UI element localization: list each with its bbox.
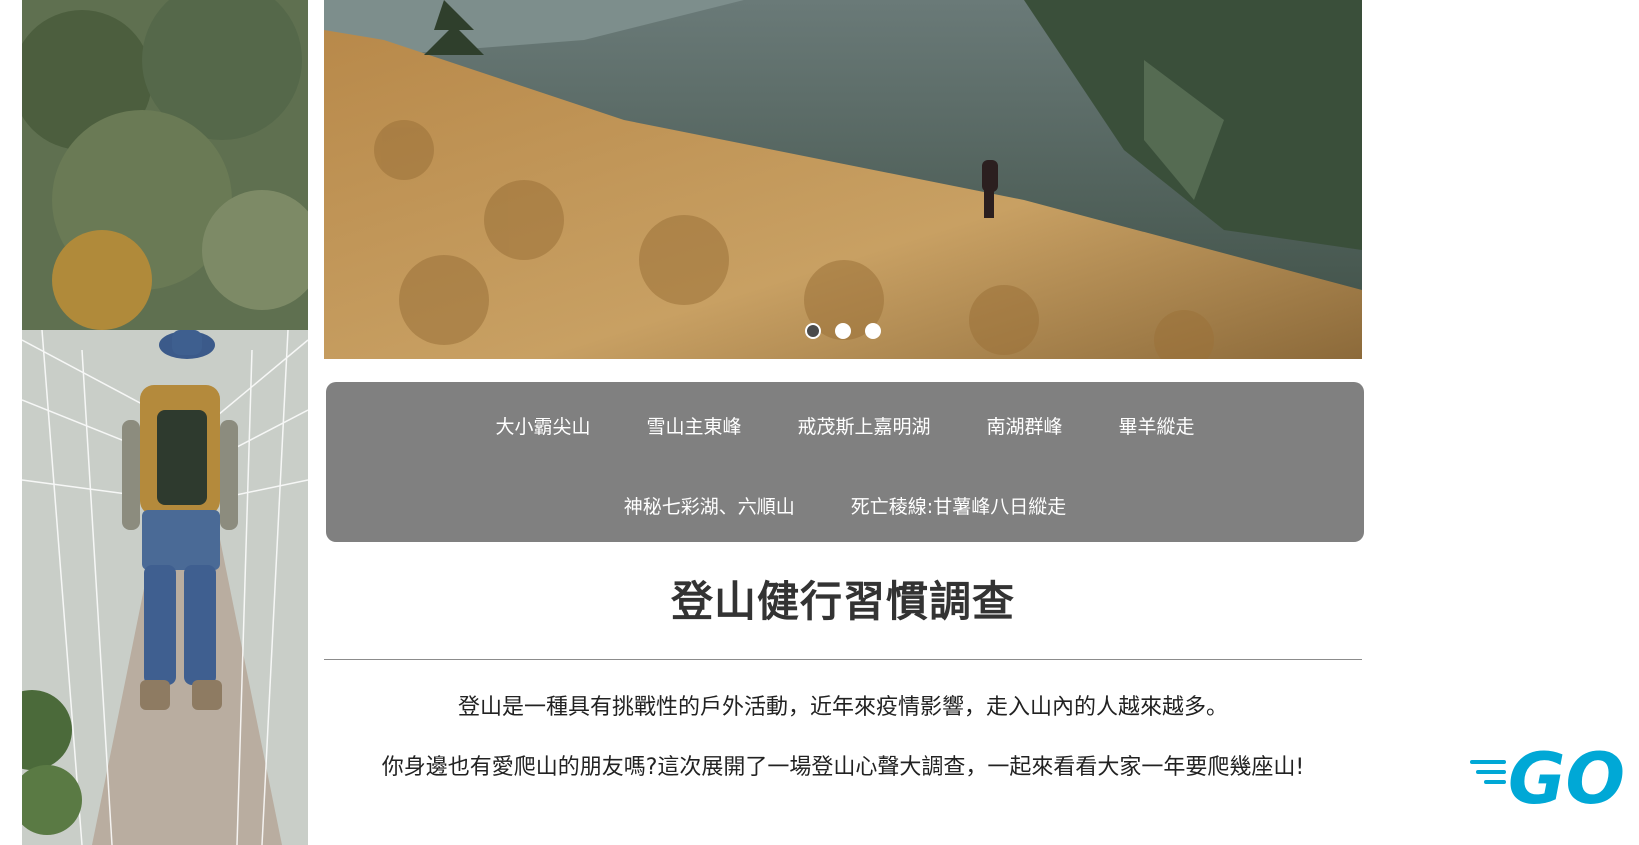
go-logo[interactable]: GO <box>1470 738 1639 820</box>
carousel-dot-3[interactable] <box>865 323 881 339</box>
nav-link-jiaming-lake[interactable]: 戒茂斯上嘉明湖 <box>797 412 930 439</box>
nav-link-nanhu[interactable]: 南湖群峰 <box>987 412 1063 439</box>
page-title: 登山健行習慣調查 <box>670 577 1015 626</box>
carousel-dot-1[interactable] <box>805 323 821 339</box>
carousel-dots <box>324 323 1362 339</box>
go-logo-text: GO <box>1508 740 1625 812</box>
nav-link-xueshan[interactable]: 雪山主東峰 <box>646 412 741 439</box>
nav-link-qicai-lake[interactable]: 神秘七彩湖、六順山 <box>624 492 795 519</box>
mountain-route-nav: 大小霸尖山 雪山主東峰 戒茂斯上嘉明湖 南湖群峰 畢羊縱走 神秘七彩湖、六順山 … <box>326 382 1364 542</box>
nav-link-death-ridge[interactable]: 死亡稜線:甘薯峰八日縱走 <box>851 492 1066 519</box>
hero-carousel[interactable] <box>324 0 1362 359</box>
hiker-bridge-photo <box>22 0 308 845</box>
title-divider <box>324 659 1362 660</box>
nav-row-2: 神秘七彩湖、六順山 死亡稜線:甘薯峰八日縱走 <box>326 492 1364 519</box>
nav-row-1: 大小霸尖山 雪山主東峰 戒茂斯上嘉明湖 南湖群峰 畢羊縱走 <box>326 412 1364 439</box>
nav-link-dabajian[interactable]: 大小霸尖山 <box>495 412 590 439</box>
carousel-dot-2[interactable] <box>835 323 851 339</box>
nav-link-biyang[interactable]: 畢羊縱走 <box>1119 412 1195 439</box>
intro-paragraph: 登山是一種具有挑戰性的戶外活動，近年來疫情影響，走入山內的人越來越多。 <box>457 695 1228 720</box>
survey-paragraph: 你身邊也有愛爬山的朋友嗎?這次展開了一場登山心聲大調查，一起來看看大家一年要爬幾… <box>381 755 1305 780</box>
